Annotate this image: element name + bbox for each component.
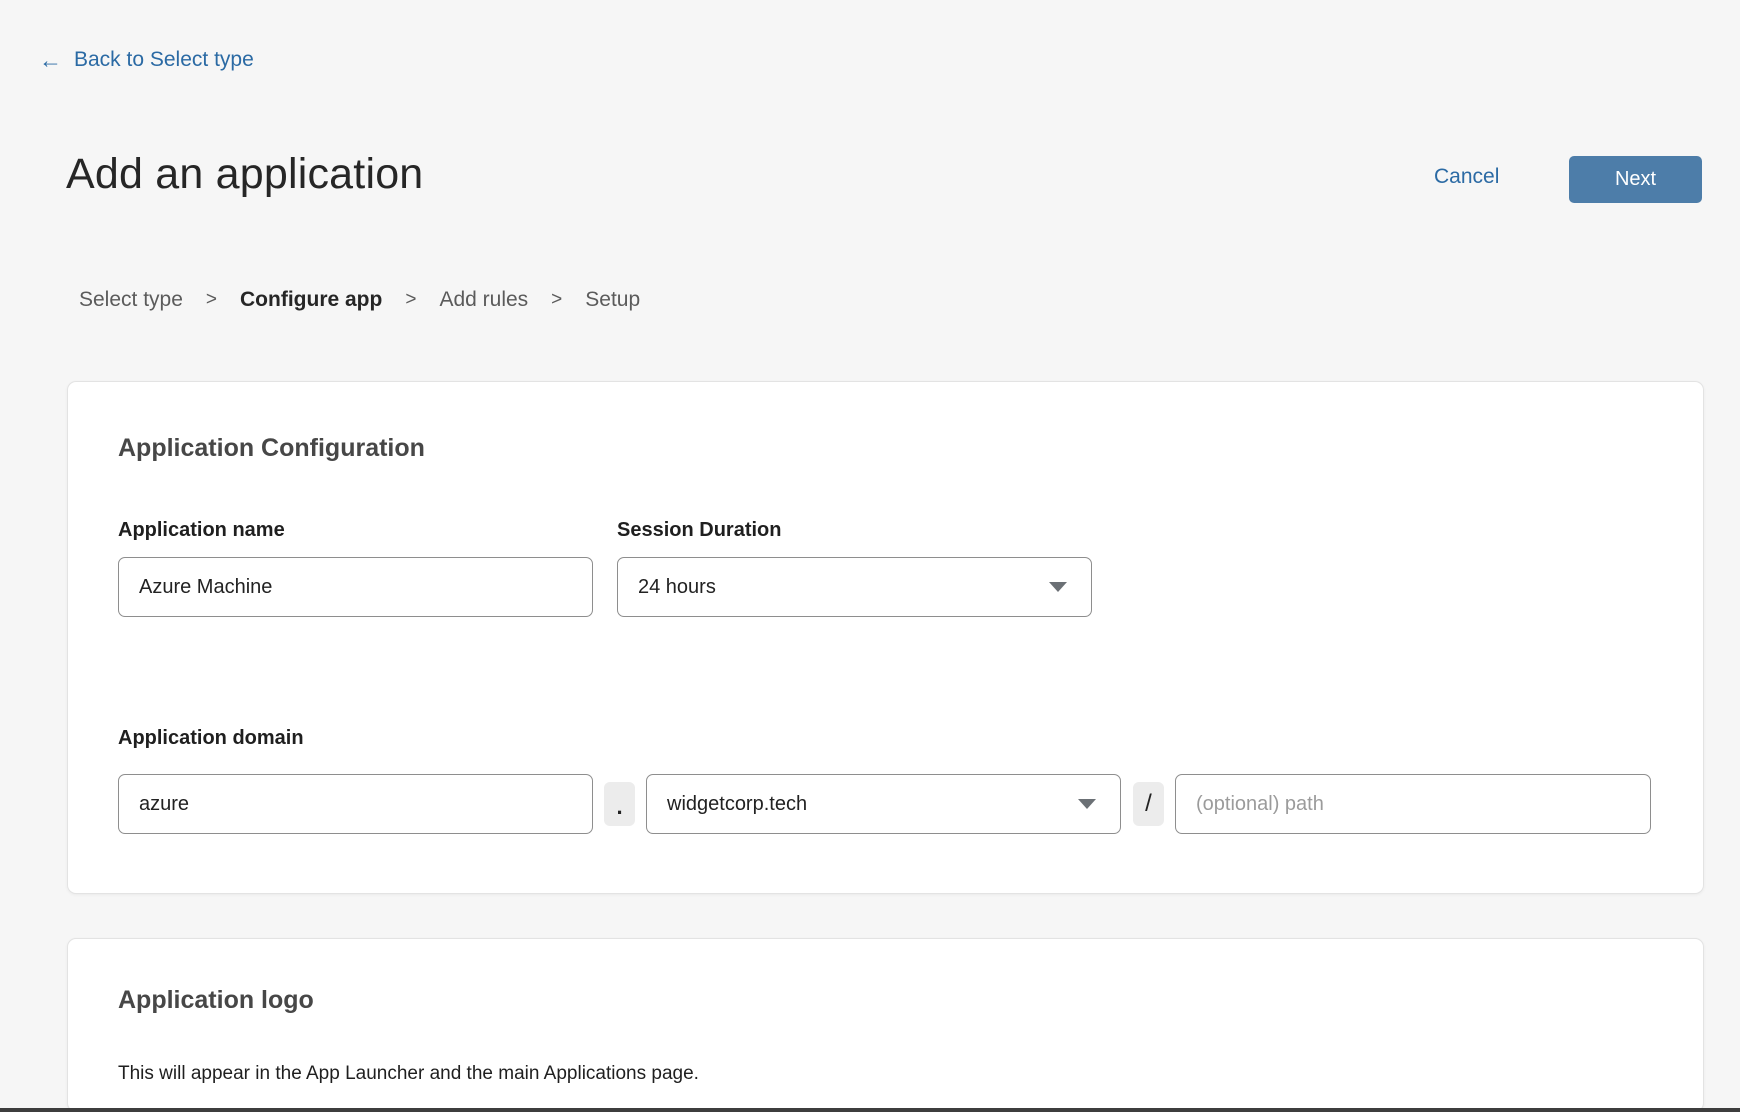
bottom-edge-bar xyxy=(0,1108,1740,1112)
next-button[interactable]: Next xyxy=(1569,156,1702,203)
breadcrumb: Select type > Configure app > Add rules … xyxy=(79,288,640,312)
dot-separator: . xyxy=(604,782,635,826)
domain-select[interactable]: widgetcorp.tech xyxy=(646,774,1121,834)
chevron-down-icon xyxy=(1078,799,1096,809)
session-duration-select[interactable]: 24 hours xyxy=(617,557,1092,617)
subdomain-input[interactable] xyxy=(118,774,593,834)
application-name-input[interactable] xyxy=(118,557,593,617)
cancel-button[interactable]: Cancel xyxy=(1434,165,1499,189)
page-title: Add an application xyxy=(66,150,423,199)
back-link-label: Back to Select type xyxy=(74,48,254,72)
breadcrumb-separator: > xyxy=(206,289,217,311)
application-domain-label: Application domain xyxy=(118,727,304,750)
session-duration-value: 24 hours xyxy=(638,576,716,599)
breadcrumb-separator: > xyxy=(405,289,416,311)
path-input[interactable] xyxy=(1175,774,1651,834)
application-configuration-card: Application Configuration Application na… xyxy=(67,381,1704,894)
breadcrumb-separator: > xyxy=(551,289,562,311)
session-duration-label: Session Duration xyxy=(617,519,781,542)
config-card-title: Application Configuration xyxy=(118,434,425,463)
breadcrumb-item-select-type[interactable]: Select type xyxy=(79,288,183,312)
slash-separator: / xyxy=(1133,782,1164,826)
breadcrumb-item-add-rules[interactable]: Add rules xyxy=(439,288,528,312)
breadcrumb-item-setup[interactable]: Setup xyxy=(585,288,640,312)
back-arrow-icon: ← xyxy=(39,49,62,72)
domain-select-value: widgetcorp.tech xyxy=(667,793,807,816)
logo-card-description: This will appear in the App Launcher and… xyxy=(118,1063,699,1085)
slash-separator-label: / xyxy=(1145,790,1152,818)
dot-separator-label: . xyxy=(616,794,622,820)
chevron-down-icon xyxy=(1049,582,1067,592)
back-link[interactable]: ← Back to Select type xyxy=(39,48,254,72)
breadcrumb-item-configure-app[interactable]: Configure app xyxy=(240,288,382,312)
application-logo-card: Application logo This will appear in the… xyxy=(67,938,1704,1112)
logo-card-title: Application logo xyxy=(118,986,314,1015)
application-name-label: Application name xyxy=(118,519,285,542)
